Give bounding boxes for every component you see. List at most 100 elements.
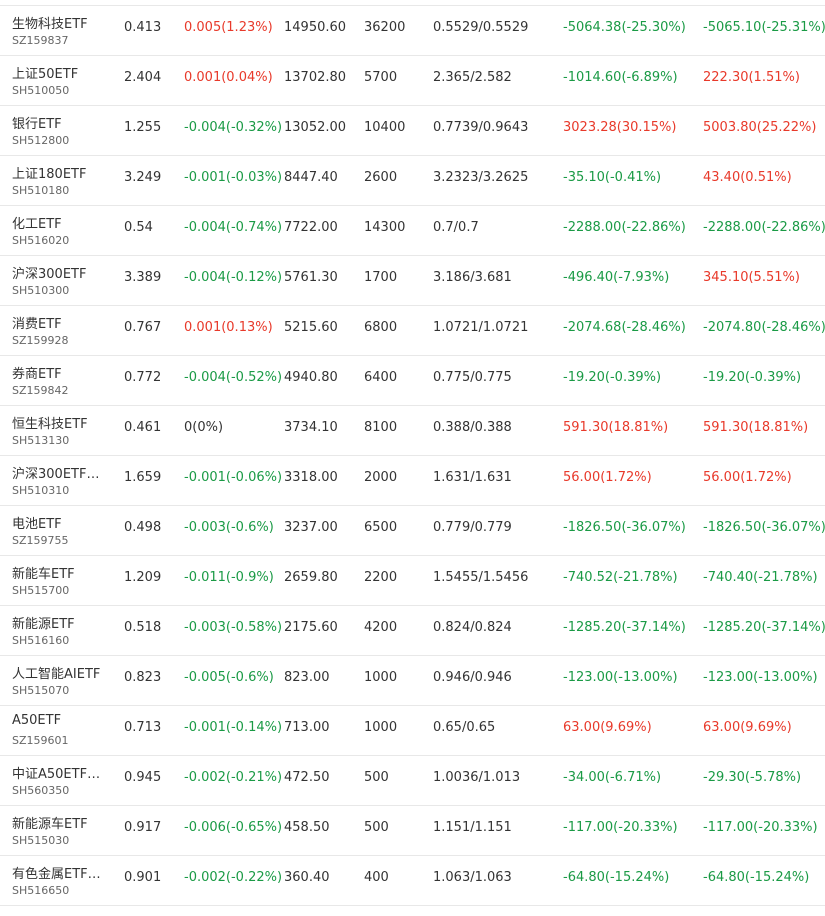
- name-cell: 上证50ETF SH510050: [12, 56, 112, 105]
- total-pnl-cell: -64.80(-15.24%): [703, 870, 810, 885]
- pnl-cell: -5064.38(-25.30%): [563, 20, 686, 35]
- pnl-cell: 56.00(1.72%): [563, 470, 652, 485]
- fund-code: SH513130: [12, 434, 70, 447]
- fund-name[interactable]: 有色金属ETF…: [12, 863, 112, 882]
- cost-cell: 0.824/0.824: [433, 620, 512, 635]
- price-cell: 0.461: [124, 420, 162, 435]
- fund-name[interactable]: 券商ETF: [12, 363, 112, 382]
- table-row[interactable]: 生物科技ETF SZ159837 0.413 0.005(1.23%) 1495…: [0, 6, 825, 56]
- fund-name[interactable]: 化工ETF: [12, 213, 112, 232]
- pnl-cell: -1014.60(-6.89%): [563, 70, 678, 85]
- table-row[interactable]: 人工智能AIETF SH515070 0.823 -0.005(-0.6%) 8…: [0, 656, 825, 706]
- name-cell: 恒生科技ETF SH513130: [12, 406, 112, 455]
- fund-name[interactable]: 中证A50ETF…: [12, 763, 112, 782]
- fund-name[interactable]: 恒生科技ETF: [12, 413, 112, 432]
- change-cell: -0.004(-0.12%): [184, 270, 283, 285]
- price-cell: 0.498: [124, 520, 162, 535]
- total-pnl-cell: 43.40(0.51%): [703, 170, 792, 185]
- fund-name[interactable]: 上证50ETF: [12, 63, 112, 82]
- table-row[interactable]: 沪深300ETF SH510300 3.389 -0.004(-0.12%) 5…: [0, 256, 825, 306]
- pnl-cell: 3023.28(30.15%): [563, 120, 677, 135]
- change-cell: -0.004(-0.74%): [184, 220, 283, 235]
- fund-code: SH510180: [12, 184, 70, 197]
- table-row[interactable]: 有色金属ETF… SH516650 0.901 -0.002(-0.22%) 3…: [0, 856, 825, 906]
- fund-code: SH516160: [12, 634, 70, 647]
- fund-name[interactable]: 沪深300ETF…: [12, 463, 112, 482]
- price-cell: 0.767: [124, 320, 162, 335]
- table-row[interactable]: 新能源车ETF SH515030 0.917 -0.006(-0.65%) 45…: [0, 806, 825, 856]
- table-row[interactable]: 化工ETF SH516020 0.54 -0.004(-0.74%) 7722.…: [0, 206, 825, 256]
- fund-code: SH510300: [12, 284, 70, 297]
- fund-name[interactable]: 上证180ETF: [12, 163, 112, 182]
- fund-name[interactable]: 新能源车ETF: [12, 813, 112, 832]
- change-cell: -0.001(-0.14%): [184, 720, 283, 735]
- table-row[interactable]: 上证50ETF SH510050 2.404 0.001(0.04%) 1370…: [0, 56, 825, 106]
- fund-name[interactable]: 消费ETF: [12, 313, 112, 332]
- cost-cell: 1.0036/1.013: [433, 770, 521, 785]
- table-row[interactable]: 电池ETF SZ159755 0.498 -0.003(-0.6%) 3237.…: [0, 506, 825, 556]
- change-cell: -0.002(-0.22%): [184, 870, 283, 885]
- table-row[interactable]: 新能车ETF SH515700 1.209 -0.011(-0.9%) 2659…: [0, 556, 825, 606]
- cost-cell: 3.2323/3.2625: [433, 170, 529, 185]
- price-cell: 0.917: [124, 820, 162, 835]
- table-row[interactable]: 沪深300ETF… SH510310 1.659 -0.001(-0.06%) …: [0, 456, 825, 506]
- table-row[interactable]: 券商ETF SZ159842 0.772 -0.004(-0.52%) 4940…: [0, 356, 825, 406]
- market-value-cell: 458.50: [284, 820, 330, 835]
- price-cell: 0.823: [124, 670, 162, 685]
- fund-name[interactable]: A50ETF: [12, 713, 112, 728]
- cost-cell: 0.7/0.7: [433, 220, 479, 235]
- price-cell: 3.389: [124, 270, 162, 285]
- quantity-cell: 2600: [364, 170, 398, 185]
- pnl-cell: -740.52(-21.78%): [563, 570, 678, 585]
- total-pnl-cell: -1285.20(-37.14%): [703, 620, 825, 635]
- change-cell: -0.006(-0.65%): [184, 820, 283, 835]
- cost-cell: 0.65/0.65: [433, 720, 496, 735]
- total-pnl-cell: -740.40(-21.78%): [703, 570, 818, 585]
- quantity-cell: 2000: [364, 470, 398, 485]
- price-cell: 0.945: [124, 770, 162, 785]
- quantity-cell: 1000: [364, 670, 398, 685]
- name-cell: 中证A50ETF… SH560350: [12, 756, 112, 805]
- name-cell: 上证180ETF SH510180: [12, 156, 112, 205]
- fund-name[interactable]: 新能源ETF: [12, 613, 112, 632]
- total-pnl-cell: 56.00(1.72%): [703, 470, 792, 485]
- pnl-cell: -19.20(-0.39%): [563, 370, 662, 385]
- market-value-cell: 5761.30: [284, 270, 338, 285]
- table-row[interactable]: 中证A50ETF… SH560350 0.945 -0.002(-0.21%) …: [0, 756, 825, 806]
- price-cell: 0.901: [124, 870, 162, 885]
- change-cell: -0.003(-0.58%): [184, 620, 283, 635]
- quantity-cell: 1700: [364, 270, 398, 285]
- fund-name[interactable]: 银行ETF: [12, 113, 112, 132]
- name-cell: 人工智能AIETF SH515070: [12, 656, 112, 705]
- cost-cell: 0.779/0.779: [433, 520, 512, 535]
- cost-cell: 0.5529/0.5529: [433, 20, 529, 35]
- table-row[interactable]: 上证180ETF SH510180 3.249 -0.001(-0.03%) 8…: [0, 156, 825, 206]
- pnl-cell: -34.00(-6.71%): [563, 770, 662, 785]
- table-row[interactable]: 恒生科技ETF SH513130 0.461 0(0%) 3734.10 810…: [0, 406, 825, 456]
- fund-code: SH515030: [12, 834, 70, 847]
- fund-name[interactable]: 人工智能AIETF: [12, 663, 112, 682]
- pnl-cell: -1285.20(-37.14%): [563, 620, 686, 635]
- fund-name[interactable]: 生物科技ETF: [12, 13, 112, 32]
- market-value-cell: 472.50: [284, 770, 330, 785]
- name-cell: 新能车ETF SH515700: [12, 556, 112, 605]
- pnl-cell: -123.00(-13.00%): [563, 670, 678, 685]
- name-cell: A50ETF SZ159601: [12, 706, 112, 755]
- fund-name[interactable]: 电池ETF: [12, 513, 112, 532]
- market-value-cell: 2659.80: [284, 570, 338, 585]
- pnl-cell: -64.80(-15.24%): [563, 870, 670, 885]
- quantity-cell: 6400: [364, 370, 398, 385]
- table-row[interactable]: 银行ETF SH512800 1.255 -0.004(-0.32%) 1305…: [0, 106, 825, 156]
- fund-name[interactable]: 沪深300ETF: [12, 263, 112, 282]
- table-row[interactable]: 消费ETF SZ159928 0.767 0.001(0.13%) 5215.6…: [0, 306, 825, 356]
- table-row[interactable]: 新能源ETF SH516160 0.518 -0.003(-0.58%) 217…: [0, 606, 825, 656]
- market-value-cell: 13052.00: [284, 120, 347, 135]
- market-value-cell: 3318.00: [284, 470, 338, 485]
- pnl-cell: -35.10(-0.41%): [563, 170, 662, 185]
- fund-code: SZ159837: [12, 34, 69, 47]
- cost-cell: 0.775/0.775: [433, 370, 512, 385]
- table-row[interactable]: A50ETF SZ159601 0.713 -0.001(-0.14%) 713…: [0, 706, 825, 756]
- market-value-cell: 823.00: [284, 670, 330, 685]
- fund-name[interactable]: 新能车ETF: [12, 563, 112, 582]
- fund-code: SH512800: [12, 134, 70, 147]
